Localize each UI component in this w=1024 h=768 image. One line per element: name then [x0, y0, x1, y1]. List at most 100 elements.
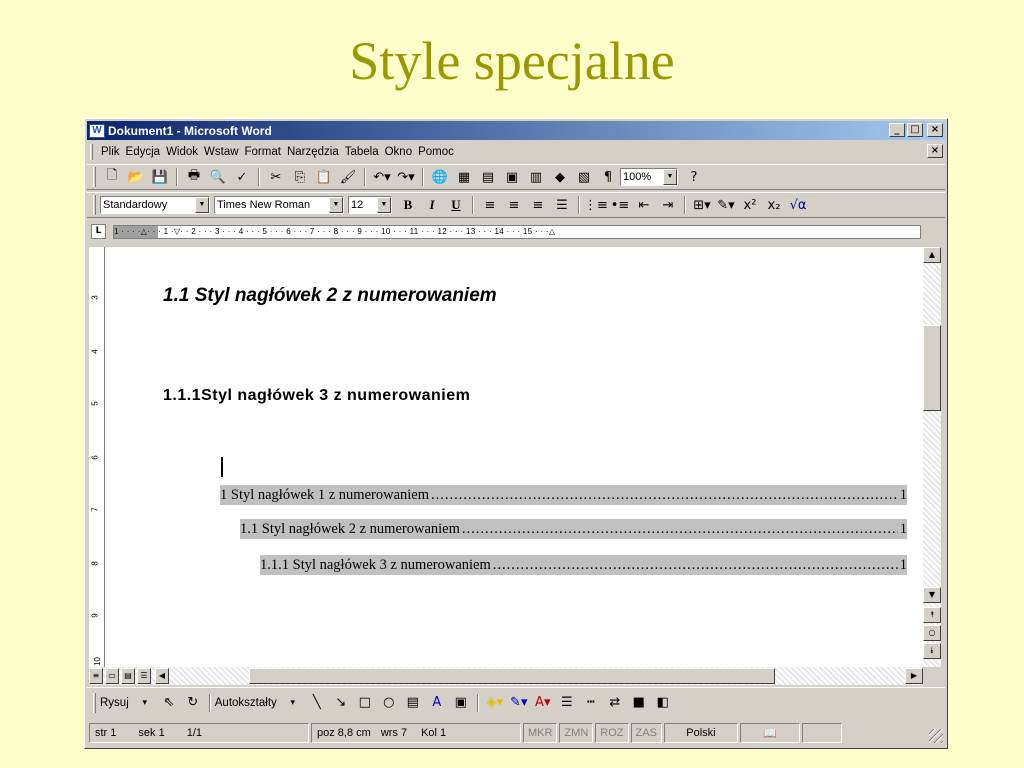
outline-view-icon[interactable]: ☰	[137, 668, 151, 684]
title-bar[interactable]: W Dokument1 - Microsoft Word _ □ ×	[87, 121, 945, 140]
menu-edycja[interactable]: Edycja	[123, 146, 164, 158]
document-area[interactable]: 1.1 Styl nagłówek 2 z numerowaniem 1.1.1…	[105, 247, 923, 667]
line-icon[interactable]: ╲	[307, 693, 327, 713]
document-close-button[interactable]: ×	[927, 144, 943, 158]
save-icon[interactable]: 💾	[150, 167, 170, 187]
toc-entry[interactable]: 1.1 Styl nagłówek 2 z numerowaniem .....…	[240, 519, 907, 539]
insert-excel-icon[interactable]: ▣	[502, 167, 522, 187]
menu-widok[interactable]: Widok	[163, 146, 201, 158]
increase-indent-icon[interactable]: ⇥	[658, 195, 678, 215]
dash-style-icon[interactable]: ┅	[581, 693, 601, 713]
spelling-status-icon[interactable]: 📖	[739, 723, 800, 743]
status-language[interactable]: Polski	[663, 723, 738, 743]
borders-icon[interactable]: ⊞▾	[692, 195, 712, 215]
next-page-icon[interactable]: ⯯	[923, 643, 941, 659]
help-icon[interactable]: ?	[684, 167, 704, 187]
cut-icon[interactable]: ✂	[266, 167, 286, 187]
arrow-icon[interactable]: ↘	[331, 693, 351, 713]
select-objects-icon[interactable]: ⇖	[159, 693, 179, 713]
new-icon[interactable]: 🗋	[102, 167, 122, 187]
menu-format[interactable]: Format	[242, 146, 284, 158]
zoom-select[interactable]: 100% ▼	[620, 168, 678, 186]
copy-icon[interactable]: ⎘	[290, 167, 310, 187]
undo-icon[interactable]: ↶▾	[372, 167, 392, 187]
oval-icon[interactable]: ○	[379, 693, 399, 713]
resize-grip[interactable]	[929, 729, 943, 743]
toolbar-grip[interactable]	[93, 167, 96, 187]
draw-menu[interactable]: Rysuj	[100, 697, 129, 709]
menu-pomoc[interactable]: Pomoc	[415, 146, 457, 158]
close-button[interactable]: ×	[927, 123, 943, 137]
3d-icon[interactable]: ◧	[653, 693, 673, 713]
menu-plik[interactable]: Plik	[98, 146, 123, 158]
tab-selector[interactable]: L	[91, 224, 106, 239]
align-right-icon[interactable]: ≡	[528, 195, 548, 215]
word-app-icon[interactable]: W	[89, 123, 105, 138]
ruler-scale[interactable]: 1 · · · ·△· · · 1 ·▽· · 2 · · · 3 · · · …	[113, 225, 921, 239]
bold-button[interactable]: B	[398, 195, 418, 215]
drawing-icon[interactable]: ◆	[550, 167, 570, 187]
chevron-down-icon[interactable]: ▼	[329, 197, 343, 213]
scroll-left-icon[interactable]: ◀	[155, 668, 169, 684]
normal-view-icon[interactable]: ≡	[89, 668, 103, 684]
menu-narzedzia[interactable]: Narzędzia	[284, 146, 342, 158]
horizontal-ruler[interactable]: L 1 · · · ·△· · · 1 ·▽· · 2 · · · 3 · · …	[87, 221, 945, 243]
chevron-down-icon[interactable]: ▼	[663, 169, 677, 185]
status-position-info[interactable]: poz 8,8 cm wrs 7 Kol 1	[311, 723, 521, 743]
clipart-icon[interactable]: ▣	[451, 693, 471, 713]
shadow-icon[interactable]: ■	[629, 693, 649, 713]
tables-borders-icon[interactable]: ▦	[454, 167, 474, 187]
menubar-grip[interactable]	[90, 144, 93, 160]
italic-button[interactable]: I	[422, 195, 442, 215]
toc-entry[interactable]: 1.1.1 Styl nagłówek 3 z numerowaniem ...…	[260, 555, 907, 575]
hyperlink-icon[interactable]: 🌐	[430, 167, 450, 187]
status-zmn[interactable]: ZMN	[559, 723, 594, 743]
insert-table-icon[interactable]: ▤	[478, 167, 498, 187]
menu-tabela[interactable]: Tabela	[342, 146, 382, 158]
superscript-button[interactable]: x²	[740, 195, 760, 215]
font-size-select[interactable]: 12 ▼	[348, 196, 392, 214]
document-map-icon[interactable]: ▧	[574, 167, 594, 187]
style-select[interactable]: Standardowy ▼	[100, 196, 210, 214]
toolbar-grip[interactable]	[93, 692, 96, 713]
scroll-down-icon[interactable]: ▼	[923, 587, 941, 603]
status-roz[interactable]: ROZ	[595, 723, 629, 743]
autoshapes-menu[interactable]: Autokształty	[215, 697, 277, 709]
select-browse-object-icon[interactable]: ○	[923, 625, 941, 641]
show-formatting-icon[interactable]: ¶	[598, 167, 618, 187]
chevron-down-icon[interactable]: ▾	[283, 693, 303, 713]
line-color-icon[interactable]: ✎▾	[509, 693, 529, 713]
scroll-up-icon[interactable]: ▲	[923, 247, 941, 263]
align-left-icon[interactable]: ≡	[480, 195, 500, 215]
horizontal-scrollbar[interactable]: ≡ ▭ ▤ ☰ ◀ ▶	[89, 667, 923, 685]
equation-button[interactable]: √α	[788, 195, 808, 215]
vertical-scroll-thumb[interactable]	[923, 325, 941, 411]
columns-icon[interactable]: ▥	[526, 167, 546, 187]
previous-page-icon[interactable]: ⯭	[923, 607, 941, 623]
rectangle-icon[interactable]: □	[355, 693, 375, 713]
align-center-icon[interactable]: ≡	[504, 195, 524, 215]
vertical-scrollbar[interactable]: ▲ ▼ ⯭ ○ ⯯	[923, 247, 941, 667]
line-style-icon[interactable]: ☰	[557, 693, 577, 713]
toc-entry[interactable]: 1 Styl nagłówek 1 z numerowaniem .......…	[220, 485, 907, 505]
menu-okno[interactable]: Okno	[382, 146, 416, 158]
subscript-button[interactable]: x₂	[764, 195, 784, 215]
open-icon[interactable]: 📂	[126, 167, 146, 187]
print-view-icon[interactable]: ▤	[121, 668, 135, 684]
redo-icon[interactable]: ↷▾	[396, 167, 416, 187]
decrease-indent-icon[interactable]: ⇤	[634, 195, 654, 215]
menu-wstaw[interactable]: Wstaw	[201, 146, 242, 158]
justify-icon[interactable]: ☰	[552, 195, 572, 215]
paste-icon[interactable]: 📋	[314, 167, 334, 187]
minimize-button[interactable]: _	[889, 123, 905, 137]
font-select[interactable]: Times New Roman ▼	[214, 196, 344, 214]
heading-2[interactable]: 1.1 Styl nagłówek 2 z numerowaniem	[163, 285, 497, 307]
web-view-icon[interactable]: ▭	[105, 668, 119, 684]
vertical-ruler[interactable]: 3 4 5 6 7 8 9 10	[89, 247, 105, 667]
format-painter-icon[interactable]: 🖌	[338, 167, 358, 187]
bullets-icon[interactable]: •≡	[610, 195, 630, 215]
font-color-icon[interactable]: A▾	[533, 693, 553, 713]
chevron-down-icon[interactable]: ▼	[377, 197, 391, 213]
print-icon[interactable]: 🖶	[184, 167, 204, 187]
status-mkr[interactable]: MKR	[523, 723, 558, 743]
